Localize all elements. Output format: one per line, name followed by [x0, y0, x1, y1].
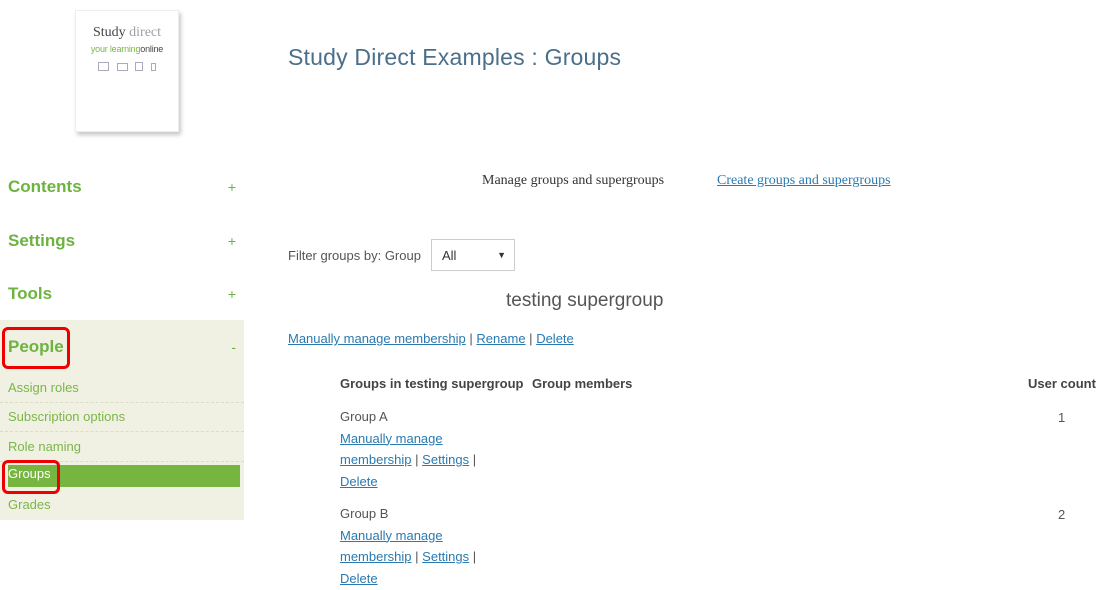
sidebar-section-label: Tools	[8, 284, 53, 303]
group-name: Group B	[340, 506, 389, 521]
separator: |	[472, 549, 477, 564]
separator: |	[415, 549, 419, 564]
collapse-icon[interactable]: -	[231, 339, 244, 355]
select-value: All	[442, 248, 457, 263]
separator: |	[529, 331, 533, 346]
sidebar-item-label: Assign roles	[8, 380, 79, 395]
sidebar-item-label: Grades	[8, 497, 51, 512]
tab-create-groups[interactable]: Create groups and supergroups	[717, 173, 891, 189]
settings-link[interactable]: Settings	[422, 549, 469, 564]
logo-tagline: your learningonline	[90, 44, 164, 54]
membership-link[interactable]: membership	[340, 452, 412, 467]
group-filter-select[interactable]: All ▼	[431, 239, 515, 271]
highlight-people	[2, 327, 70, 369]
delete-group-link[interactable]: Delete	[340, 474, 378, 489]
separator: |	[472, 452, 477, 467]
sidebar-item-role-naming[interactable]: Role naming	[0, 433, 244, 462]
sidebar-item-label: Role naming	[8, 439, 81, 454]
sidebar-section-settings[interactable]: Settings +	[8, 219, 244, 263]
table-row: Group A Manually manage membership | Set…	[340, 406, 476, 492]
user-count: 2	[1058, 507, 1066, 522]
manually-manage-membership-link[interactable]: Manually manage membership	[288, 331, 466, 346]
expand-icon[interactable]: +	[228, 179, 244, 195]
column-header-count: User count	[1028, 376, 1096, 391]
expand-icon[interactable]: +	[228, 233, 244, 249]
sidebar-section-label: Contents	[8, 177, 82, 196]
device-icons	[94, 62, 160, 71]
site-logo[interactable]: Study direct your learningonline	[75, 10, 179, 132]
expand-icon[interactable]: +	[228, 286, 244, 302]
sidebar-item-subscription-options[interactable]: Subscription options	[0, 403, 244, 432]
column-header-groups: Groups in testing supergroup	[340, 376, 524, 391]
chevron-down-icon: ▼	[497, 250, 506, 260]
tablet-icon	[135, 62, 144, 71]
column-header-members: Group members	[532, 376, 633, 391]
supergroup-title: testing supergroup	[506, 290, 664, 311]
phone-icon	[151, 62, 157, 71]
group-name: Group A	[340, 409, 388, 424]
page-title: Study Direct Examples : Groups	[288, 44, 622, 70]
separator: |	[415, 452, 419, 467]
highlight-groups	[2, 460, 60, 494]
rename-link[interactable]: Rename	[476, 331, 525, 346]
logo-wordmark: Study direct	[92, 25, 162, 40]
table-row: Group B Manually manage membership | Set…	[340, 503, 476, 589]
supergroup-actions: Manually manage membership | Rename | De…	[288, 331, 574, 346]
sidebar-item-assign-roles[interactable]: Assign roles	[0, 374, 244, 403]
separator: |	[469, 331, 473, 346]
sidebar-section-contents[interactable]: Contents +	[8, 165, 244, 209]
settings-link[interactable]: Settings	[422, 452, 469, 467]
manually-manage-link[interactable]: Manually manage	[340, 431, 443, 446]
monitor-icon	[97, 62, 109, 71]
sidebar-section-label: Settings	[8, 231, 76, 250]
manually-manage-link[interactable]: Manually manage	[340, 528, 443, 543]
filter-label: Filter groups by: Group	[288, 248, 421, 263]
tab-manage-groups[interactable]: Manage groups and supergroups	[482, 173, 664, 189]
delete-group-link[interactable]: Delete	[340, 571, 378, 586]
membership-link[interactable]: membership	[340, 549, 412, 564]
delete-link[interactable]: Delete	[536, 331, 574, 346]
sidebar-section-tools[interactable]: Tools +	[8, 272, 244, 316]
user-count: 1	[1058, 410, 1066, 425]
sidebar-item-label: Subscription options	[8, 409, 126, 424]
sidebar-item-grades[interactable]: Grades	[0, 491, 244, 520]
laptop-icon	[116, 62, 128, 71]
